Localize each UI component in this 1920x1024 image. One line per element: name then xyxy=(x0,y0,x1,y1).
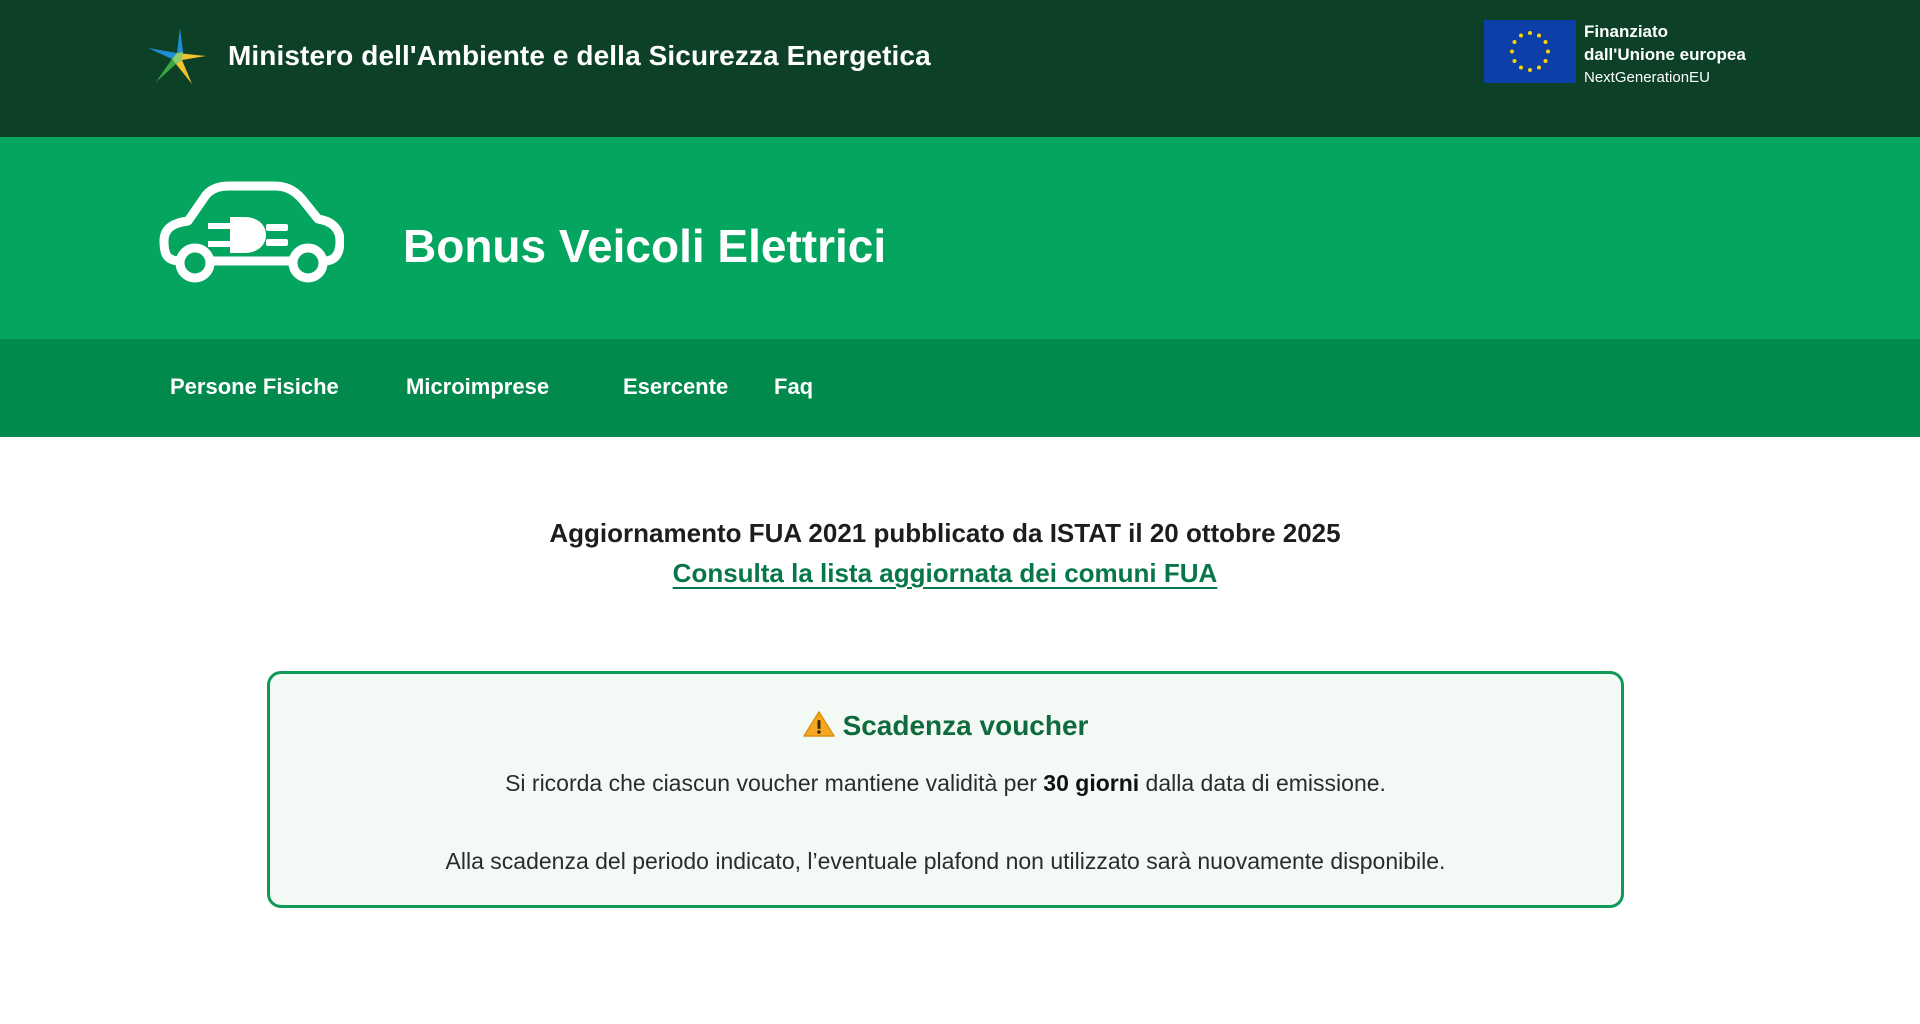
eu-funding-badge: Finanziato dall'Unione europea NextGener… xyxy=(1484,20,1746,89)
service-title: Bonus Veicoli Elettrici xyxy=(403,220,887,272)
star-logo-icon xyxy=(148,28,206,84)
fua-link-wrapper: Consulta la lista aggiornata dei comuni … xyxy=(0,558,1890,589)
nav-item-microimprese[interactable]: Microimprese xyxy=(406,374,549,400)
notice-validity-after: dalla data di emissione. xyxy=(1139,770,1386,796)
warning-icon xyxy=(802,711,835,737)
notice-validity-text: Si ricorda che ciascun voucher mantiene … xyxy=(270,770,1621,797)
main-nav: Persone Fisiche Microimprese Esercente F… xyxy=(0,339,1920,437)
fua-list-link[interactable]: Consulta la lista aggiornata dei comuni … xyxy=(673,558,1218,588)
ministry-header: Ministero dell'Ambiente e della Sicurezz… xyxy=(0,0,1920,137)
nav-item-esercente[interactable]: Esercente xyxy=(623,374,728,400)
service-header: Bonus Veicoli Elettrici xyxy=(0,137,1920,339)
ministry-home-link[interactable]: Ministero dell'Ambiente e della Sicurezz… xyxy=(146,24,931,88)
eu-line-financed: Finanziato xyxy=(1584,22,1669,41)
eu-funding-text: Finanziato dall'Unione europea NextGener… xyxy=(1584,20,1746,89)
fua-announcement: Aggiornamento FUA 2021 pubblicato da IST… xyxy=(549,518,1341,548)
eu-line-nextgen: NextGenerationEU xyxy=(1584,69,1710,86)
nav-item-faq[interactable]: Faq xyxy=(774,374,813,400)
electric-car-icon xyxy=(159,181,344,283)
notice-title-text: Scadenza voucher xyxy=(842,710,1089,741)
notice-plafond-text: Alla scadenza del periodo indicato, l’ev… xyxy=(445,848,1446,874)
eu-flag-icon xyxy=(1484,20,1576,83)
notice-validity-days: 30 giorni xyxy=(1043,770,1140,796)
ministry-name: Ministero dell'Ambiente e della Sicurezz… xyxy=(228,40,931,71)
eu-line-union: dall'Unione europea xyxy=(1584,45,1746,64)
notice-title: Scadenza voucher xyxy=(270,710,1621,742)
voucher-expiry-notice: Scadenza voucher Si ricorda che ciascun … xyxy=(267,671,1624,908)
nav-item-persone-fisiche[interactable]: Persone Fisiche xyxy=(170,374,339,400)
notice-validity-before: Si ricorda che ciascun voucher mantiene … xyxy=(505,770,1044,796)
